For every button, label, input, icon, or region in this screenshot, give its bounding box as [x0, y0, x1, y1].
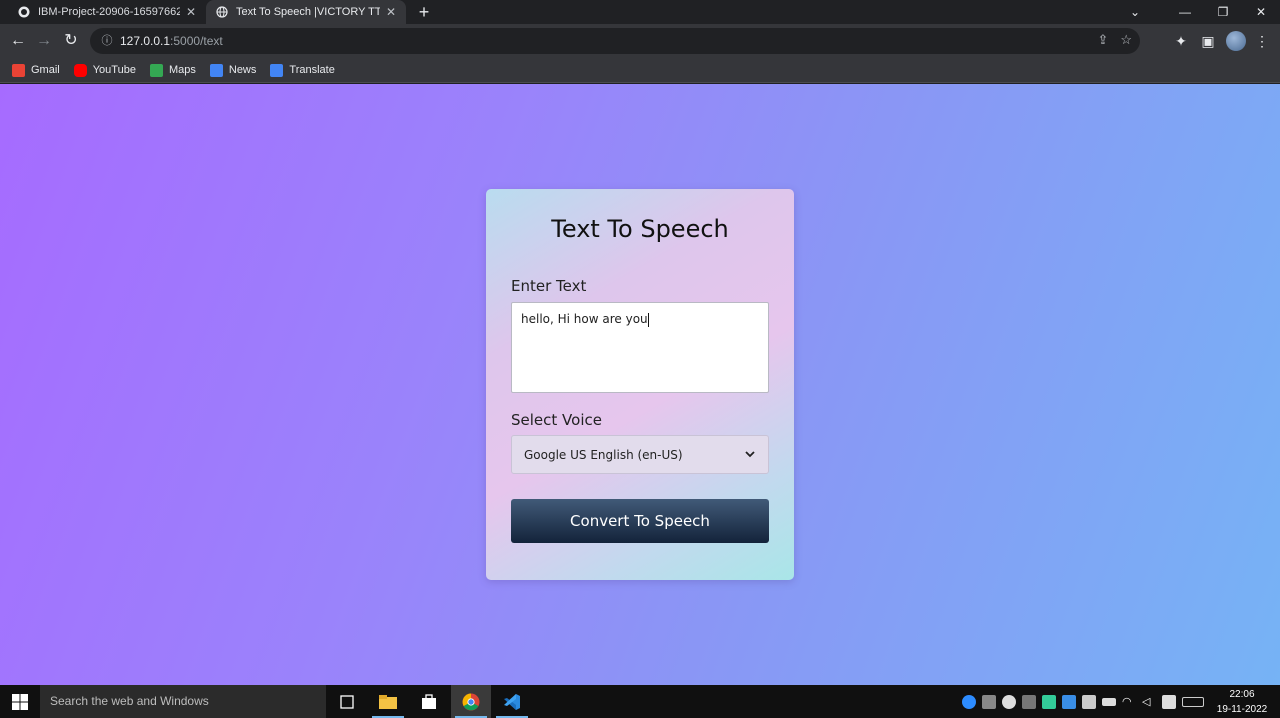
page-viewport: Text To Speech Enter Text hello, Hi how … — [0, 84, 1280, 685]
text-caret — [647, 312, 649, 327]
close-icon[interactable]: ✕ — [186, 5, 196, 19]
file-explorer-icon[interactable] — [368, 685, 408, 718]
info-icon[interactable]: ⓘ — [100, 34, 114, 48]
new-tab-button[interactable]: + — [414, 2, 434, 22]
gmail-icon — [12, 63, 25, 77]
page-title: Text To Speech — [551, 215, 729, 243]
enter-text-label: Enter Text — [511, 277, 587, 295]
convert-to-speech-button[interactable]: Convert To Speech — [511, 499, 769, 543]
windows-icon — [12, 693, 28, 710]
profile-avatar[interactable] — [1226, 31, 1246, 51]
bookmark-label: Translate — [289, 64, 335, 76]
select-voice-label: Select Voice — [511, 411, 602, 429]
bookmark-gmail[interactable]: Gmail — [12, 63, 60, 77]
url-path: :5000/text — [170, 34, 223, 48]
keyboard-icon[interactable] — [1182, 696, 1204, 707]
address-bar[interactable]: ⓘ 127.0.0.1:5000/text ⇪ ☆ — [90, 28, 1140, 54]
windows-taskbar: Search the web and Windows ◠ ◁ 22:06 19-… — [0, 685, 1280, 718]
browser-toolbar: ← → ↻ ⓘ 127.0.0.1:5000/text ⇪ ☆ ✦ ▣ ⋮ — [0, 24, 1280, 58]
menu-icon[interactable]: ⋮ — [1251, 30, 1273, 52]
store-icon[interactable] — [409, 685, 449, 718]
tab-title: Text To Speech |VICTORY TTS — [236, 6, 380, 18]
forward-icon[interactable]: → — [33, 30, 55, 52]
youtube-icon — [73, 63, 87, 77]
clock-date: 19-11-2022 — [1216, 704, 1268, 715]
github-icon — [18, 6, 30, 18]
news-icon — [209, 63, 223, 77]
wifi-icon[interactable]: ◠ — [1122, 695, 1136, 709]
translate-icon — [270, 63, 284, 77]
battery-icon[interactable] — [1102, 697, 1116, 706]
share-icon[interactable]: ⇪ — [1097, 32, 1108, 48]
tray-app-icon[interactable] — [1022, 694, 1036, 709]
maps-icon — [149, 63, 163, 77]
url-host: 127.0.0.1 — [120, 34, 171, 48]
close-window-icon[interactable]: ✕ — [1242, 0, 1280, 24]
side-panel-icon[interactable]: ▣ — [1197, 30, 1219, 52]
bookmark-maps[interactable]: Maps — [149, 63, 196, 77]
tab-text-to-speech[interactable]: Text To Speech |VICTORY TTS ✕ — [206, 0, 406, 24]
bookmark-label: Maps — [168, 64, 196, 76]
voice-select[interactable]: Google US English (en-US) — [511, 435, 769, 474]
tab-strip: IBM-Project-20906-1659766229/ ✕ Text To … — [0, 0, 1280, 24]
taskbar-clock[interactable]: 22:06 19-11-2022 — [1212, 687, 1272, 717]
reload-icon[interactable]: ↻ — [60, 30, 82, 52]
bookmarks-bar: Gmail YouTube Maps News Translate — [0, 58, 1280, 83]
bookmark-label: Gmail — [31, 64, 60, 76]
tray-app-icon[interactable] — [1042, 694, 1056, 709]
bookmark-label: News — [228, 64, 257, 76]
tray-app-icon[interactable] — [1082, 694, 1096, 709]
extensions-icon[interactable]: ✦ — [1170, 30, 1192, 52]
bookmark-label: YouTube — [92, 64, 136, 76]
bookmark-news[interactable]: News — [209, 63, 257, 77]
system-tray: ◠ ◁ — [962, 685, 1204, 718]
tray-app-icon[interactable] — [1062, 694, 1076, 709]
onedrive-icon[interactable] — [1002, 694, 1016, 709]
start-button[interactable] — [0, 685, 40, 718]
tab-search-icon[interactable]: ⌄ — [1116, 0, 1154, 24]
back-icon[interactable]: ← — [7, 30, 29, 52]
tab-title: IBM-Project-20906-1659766229/ — [38, 6, 180, 18]
taskbar-search[interactable]: Search the web and Windows — [40, 685, 326, 718]
task-view-icon[interactable] — [327, 685, 367, 718]
zoom-icon[interactable] — [962, 694, 976, 709]
notifications-icon[interactable] — [1162, 694, 1176, 709]
voice-select-value: Google US English (en-US) — [524, 447, 683, 462]
bookmark-translate[interactable]: Translate — [270, 63, 335, 77]
volume-icon[interactable]: ◁ — [1142, 695, 1156, 709]
tts-card: Text To Speech Enter Text hello, Hi how … — [486, 189, 794, 580]
window-controls: ⌄ — ❐ ✕ — [1116, 0, 1280, 24]
tab-ibm-project[interactable]: IBM-Project-20906-1659766229/ ✕ — [8, 0, 206, 24]
text-input[interactable]: hello, Hi how are you — [511, 302, 769, 393]
vscode-icon[interactable] — [492, 685, 532, 718]
bookmark-youtube[interactable]: YouTube — [73, 63, 136, 77]
tray-app-icon[interactable] — [982, 694, 996, 709]
maximize-icon[interactable]: ❐ — [1204, 0, 1242, 24]
text-input-value: hello, Hi how are you — [521, 312, 648, 326]
globe-icon — [216, 6, 228, 18]
minimize-icon[interactable]: — — [1166, 0, 1204, 24]
bookmark-star-icon[interactable]: ☆ — [1120, 32, 1132, 48]
close-icon[interactable]: ✕ — [386, 5, 396, 19]
clock-time: 22:06 — [1229, 689, 1255, 700]
chevron-down-icon — [745, 451, 755, 458]
chrome-icon[interactable] — [451, 685, 491, 718]
